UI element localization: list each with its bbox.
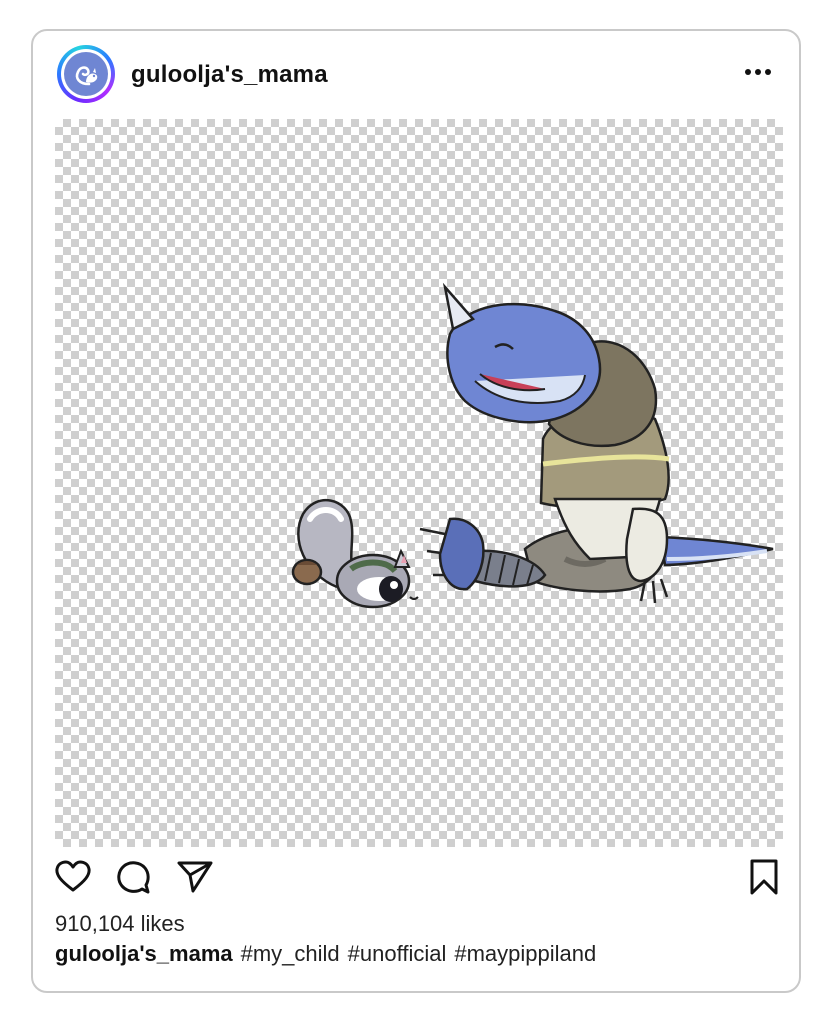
send-icon[interactable] — [175, 857, 215, 897]
squirrel-icon — [64, 52, 108, 96]
hashtag[interactable]: #unofficial — [348, 941, 447, 966]
more-options-icon[interactable] — [743, 65, 773, 79]
likes-count[interactable]: 910,104 likes — [55, 911, 185, 937]
shark-creature-illustration — [419, 282, 774, 604]
avatar[interactable] — [57, 45, 115, 103]
hashtag[interactable]: #my_child — [241, 941, 340, 966]
bookmark-icon[interactable] — [744, 857, 784, 897]
squirrel-illustration — [291, 498, 419, 609]
post-caption: guloolja's_mama #my_child #unofficial #mayp… — [55, 941, 604, 967]
post-image[interactable] — [55, 119, 783, 847]
post-header: guloolja's_mama — [33, 31, 799, 121]
post-actions — [33, 857, 799, 907]
heart-icon[interactable] — [53, 857, 93, 897]
caption-username[interactable]: guloolja's_mama — [55, 941, 233, 966]
hashtag[interactable]: #maypippiland — [454, 941, 596, 966]
post-username[interactable]: guloolja's_mama — [131, 61, 328, 89]
post-card: guloolja's_mama 910,104 likes guloolja's… — [31, 29, 801, 993]
comment-icon[interactable] — [113, 857, 153, 897]
